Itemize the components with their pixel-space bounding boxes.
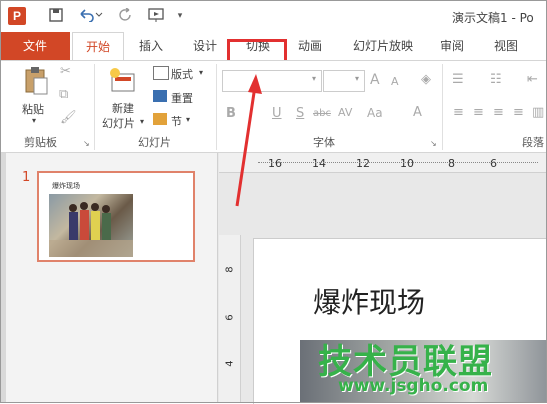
new-slide-dropdown-icon[interactable]: ▾ [140, 117, 144, 126]
powerpoint-logo-icon: P [8, 7, 26, 25]
indent-icon[interactable]: ⇤ [527, 72, 538, 87]
slide-title[interactable]: 爆炸现场 [313, 281, 425, 321]
layout-dropdown-icon[interactable]: ▾ [199, 68, 203, 77]
character-spacing-button[interactable]: AV [338, 106, 352, 119]
new-slide-button[interactable]: 幻灯片 [102, 115, 135, 131]
tab-design[interactable]: 设计 [185, 32, 225, 60]
font-launcher-icon[interactable]: ↘ [430, 139, 437, 148]
strikethrough-button[interactable]: abc [313, 108, 331, 119]
align-center-icon[interactable]: ≡ [473, 105, 484, 120]
reset-button[interactable]: 重置 [171, 90, 193, 106]
left-scrollbar[interactable] [0, 153, 6, 403]
columns-icon[interactable]: ▥ [532, 105, 544, 120]
window-title: 演示文稿1 - Po [452, 11, 534, 25]
tab-insert[interactable]: 插入 [131, 32, 171, 60]
new-slide-icon[interactable] [108, 67, 138, 95]
font-size-dropdown-icon[interactable]: ▾ [355, 74, 359, 83]
grow-font-icon[interactable]: A [370, 72, 380, 88]
save-icon[interactable] [48, 8, 64, 24]
separator [94, 64, 95, 150]
numbering-icon[interactable]: ☷ [490, 72, 502, 87]
layout-button[interactable]: 版式 [171, 66, 193, 82]
font-name-dropdown[interactable] [222, 70, 322, 92]
new-slide-label[interactable]: 新建 [112, 100, 134, 116]
ruler-v-tick: 4 [224, 360, 236, 367]
align-left-icon[interactable]: ≡ [453, 105, 464, 120]
copy-icon[interactable]: ⧉ [59, 87, 68, 102]
align-right-icon[interactable]: ≡ [493, 105, 504, 120]
format-painter-icon[interactable]: 🖌 [60, 110, 77, 125]
clipboard-launcher-icon[interactable]: ↘ [83, 139, 90, 148]
tab-animations[interactable]: 动画 [290, 32, 330, 60]
section-dropdown-icon[interactable]: ▾ [186, 115, 190, 124]
change-case-button[interactable]: Aa [367, 106, 383, 120]
tab-home[interactable]: 开始 [72, 32, 124, 60]
thumbnail-image [49, 194, 133, 257]
customize-icon[interactable]: ▾ [172, 8, 188, 24]
separator [216, 64, 217, 150]
paste-dropdown-icon[interactable]: ▾ [32, 116, 36, 125]
clear-format-icon[interactable]: ◈ [421, 72, 431, 87]
tab-review[interactable]: 审阅 [432, 32, 472, 60]
thumbnail-title: 爆炸现场 [52, 182, 80, 190]
paste-icon[interactable] [24, 66, 48, 96]
slide-number: 1 [22, 170, 31, 185]
watermark-url: www.jsgho.com [338, 376, 489, 396]
paste-button[interactable]: 粘贴 [22, 101, 44, 117]
section-icon[interactable] [153, 113, 167, 125]
tab-file[interactable]: 文件 [0, 32, 70, 60]
font-color-button[interactable]: A [413, 105, 422, 120]
cut-icon[interactable]: ✂ [60, 64, 71, 79]
layout-icon[interactable] [153, 66, 169, 80]
font-name-dropdown-icon[interactable]: ▾ [312, 74, 316, 83]
ruler-v-tick: 6 [224, 314, 236, 321]
tab-slideshow[interactable]: 幻灯片放映 [345, 32, 421, 60]
slides-group-label: 幻灯片 [138, 136, 171, 149]
title-bar: P ▾ 演示文稿1 - Po [0, 0, 547, 32]
undo-icon[interactable] [78, 8, 104, 24]
clipboard-group-label: 剪贴板 [24, 136, 57, 149]
bullets-icon[interactable]: ☰ [452, 72, 464, 87]
italic-button[interactable]: I [249, 106, 253, 121]
separator [442, 64, 443, 150]
tab-view[interactable]: 视图 [486, 32, 526, 60]
underline-button[interactable]: U [272, 106, 282, 121]
bold-button[interactable]: B [226, 106, 236, 121]
redo-icon[interactable] [118, 7, 134, 24]
ruler-dots [258, 162, 538, 167]
shadow-button[interactable]: S [296, 106, 304, 121]
ruler-v-tick: 8 [224, 266, 236, 273]
font-group-label: 字体 [313, 136, 335, 149]
section-button[interactable]: 节 [171, 113, 182, 129]
slideshow-icon[interactable] [146, 8, 168, 24]
justify-icon[interactable]: ≡ [513, 105, 524, 120]
paragraph-group-label: 段落 [522, 136, 544, 149]
shrink-font-icon[interactable]: A [391, 75, 399, 88]
reset-icon[interactable] [153, 90, 167, 102]
